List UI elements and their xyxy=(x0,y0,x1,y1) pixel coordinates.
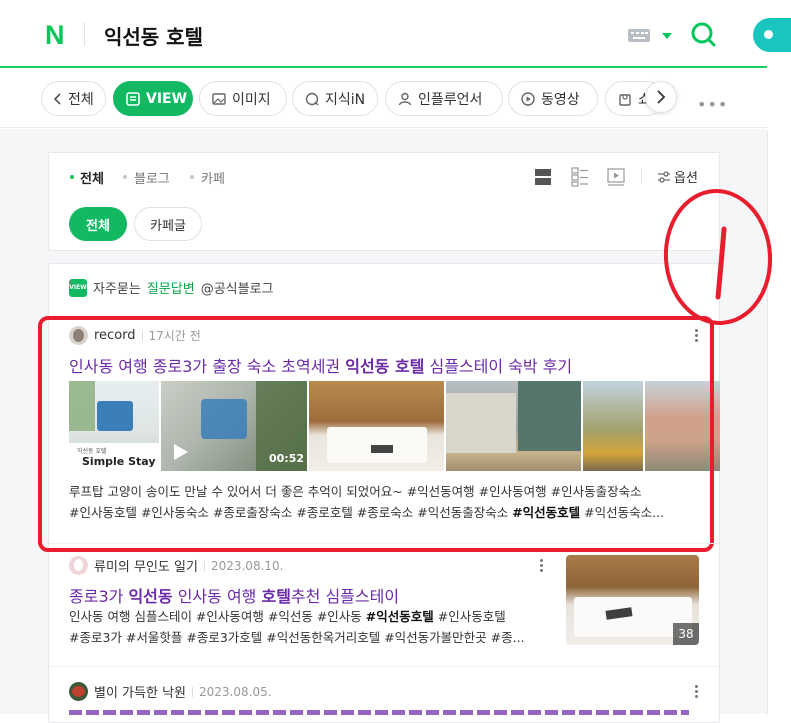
more-options-icon[interactable] xyxy=(695,683,699,700)
result-author-row: 류미의 무인도 일기 2023.08.10. xyxy=(69,556,283,575)
tab-label: 이미지 xyxy=(232,91,271,108)
tab-label: 지식iN xyxy=(325,91,366,108)
card-view-icon[interactable] xyxy=(571,167,589,187)
options-label: 옵션 xyxy=(674,171,698,186)
result-title-link[interactable]: 종로3가 익선동 인사동 여행 호텔추천 심플스테이 xyxy=(69,583,399,607)
user-avatar-button[interactable] xyxy=(753,18,791,52)
post-time: 2023.08.05. xyxy=(199,684,272,699)
image-icon xyxy=(212,92,226,105)
tab-kin[interactable]: 지식iN xyxy=(292,81,378,116)
video-view-icon[interactable] xyxy=(607,168,625,186)
document-icon xyxy=(126,91,140,106)
filter-dot xyxy=(123,175,127,179)
filter-tab-blog[interactable]: 블로그 xyxy=(134,168,170,187)
more-options-icon[interactable] xyxy=(540,557,544,574)
more-menu-icon[interactable]: ••• xyxy=(697,95,728,114)
snippet-part: 인사동 여행 심플스테이 #인사동여행 #익선동 #인사동 xyxy=(69,609,366,624)
snippet-part: #인사동호텔 xyxy=(433,609,506,624)
faq-banner[interactable]: VIEW 자주묻는 질문답변 @공식블로그 xyxy=(69,278,274,297)
meta-divider xyxy=(203,560,205,571)
post-time: 2023.08.10. xyxy=(210,558,284,573)
keyboard-icon[interactable] xyxy=(628,29,650,42)
title-keyword: 익선동 xyxy=(128,587,173,606)
result-separator xyxy=(49,543,719,544)
annotation-circle-mark: 1 xyxy=(660,185,773,325)
result-snippet: 인사동 여행 심플스테이 #인사동여행 #익선동 #인사동 #익선동호텔 #인사… xyxy=(69,606,553,648)
tab-label: 전체 xyxy=(68,91,94,108)
result-separator xyxy=(49,666,719,667)
play-circle-icon xyxy=(521,91,535,106)
snippet-line: 인사동 여행 심플스테이 #인사동여행 #익선동 #인사동 #익선동호텔 #인사… xyxy=(69,606,553,627)
annotation-highlight-box xyxy=(38,316,714,552)
snippet-keyword: #익선동호텔 xyxy=(365,609,434,624)
result-author-row: 별이 가득한 낙원 2023.08.05. xyxy=(69,682,272,701)
question-bubble-icon xyxy=(305,92,319,105)
tab-label: 인플루언서 xyxy=(418,91,483,108)
photo-count-badge: 38 xyxy=(673,623,699,645)
naver-logo[interactable]: N xyxy=(45,20,65,51)
title-part: 인사동 여행 xyxy=(172,587,262,606)
tab-label: VIEW xyxy=(146,90,188,107)
tab-influencer[interactable]: 인플루언서 xyxy=(385,81,503,116)
author-name[interactable]: 별이 가득한 낙원 xyxy=(94,682,186,701)
snippet-line: #종로3가 #서울핫플 #종로3가호텔 #익선동한옥거리호텔 #익선동가볼만한곳… xyxy=(69,630,525,645)
title-part: 추천 심플스테이 xyxy=(290,587,400,606)
list-view-icon[interactable] xyxy=(535,168,551,186)
author-avatar[interactable] xyxy=(69,682,88,701)
filter-dot xyxy=(190,175,194,179)
faq-highlight: 질문답변 xyxy=(146,282,195,297)
pill-all[interactable]: 전체 xyxy=(69,207,127,241)
search-query-input[interactable]: 익선동 호텔 xyxy=(104,21,203,50)
faq-suffix: @공식블로그 xyxy=(200,282,274,297)
annotation-mark-text: 1 xyxy=(660,185,661,186)
title-part: 종로3가 xyxy=(69,587,129,606)
sliders-icon xyxy=(658,170,670,183)
tab-images[interactable]: 이미지 xyxy=(199,81,287,116)
shopping-bag-icon xyxy=(619,93,631,106)
author-name[interactable]: 류미의 무인도 일기 xyxy=(94,556,198,575)
pill-cafe-posts[interactable]: 카페글 xyxy=(134,207,202,241)
author-avatar[interactable] xyxy=(69,556,88,575)
tab-label: 동영상 xyxy=(541,91,580,108)
options-divider xyxy=(641,168,642,184)
chevron-left-icon xyxy=(54,92,61,105)
filter-tab-all[interactable]: 전체 xyxy=(80,168,104,187)
filter-tab-cafe[interactable]: 카페 xyxy=(201,168,225,187)
view-badge-icon: VIEW xyxy=(69,278,87,297)
tab-view[interactable]: VIEW xyxy=(113,81,193,116)
autocomplete-toggle-icon[interactable] xyxy=(662,33,672,39)
tab-video[interactable]: 동영상 xyxy=(508,81,598,116)
person-icon xyxy=(398,92,412,105)
filter-dot xyxy=(70,175,74,179)
options-button[interactable]: 옵션 xyxy=(657,167,698,186)
header-divider xyxy=(84,22,85,46)
meta-divider xyxy=(192,686,193,697)
tabs-next-button[interactable] xyxy=(645,81,677,113)
title-keyword: 호텔 xyxy=(261,587,291,606)
faq-prefix: 자주묻는 xyxy=(93,282,141,297)
chevron-right-icon xyxy=(657,90,666,104)
tab-all[interactable]: 전체 xyxy=(41,81,106,116)
search-icon[interactable] xyxy=(689,20,719,50)
result-thumbnail[interactable]: 38 xyxy=(566,555,699,645)
